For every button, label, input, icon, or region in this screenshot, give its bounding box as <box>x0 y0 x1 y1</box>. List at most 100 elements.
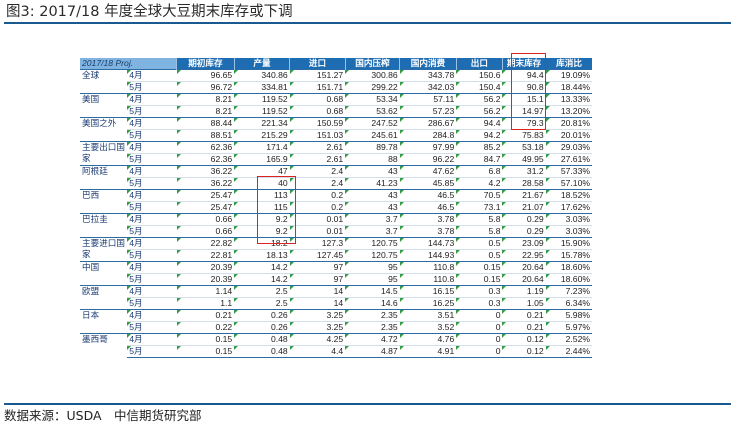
value-cell[interactable]: 14.5 <box>345 285 400 298</box>
value-cell[interactable]: 9.2 <box>234 225 290 238</box>
value-cell[interactable]: 6.8 <box>456 165 503 178</box>
value-cell[interactable]: 49.95 <box>502 153 546 166</box>
value-cell[interactable]: 4.87 <box>345 345 400 358</box>
value-cell[interactable]: 5.8 <box>456 225 503 238</box>
value-cell[interactable]: 3.03% <box>545 213 592 226</box>
value-cell[interactable]: 0.15 <box>176 333 235 346</box>
value-cell[interactable]: 29.03% <box>545 141 592 154</box>
value-cell[interactable]: 18.60% <box>545 273 592 286</box>
month-cell[interactable]: 4月 <box>127 165 177 178</box>
value-cell[interactable]: 43 <box>345 201 400 214</box>
value-cell[interactable]: 343.78 <box>399 69 457 82</box>
value-cell[interactable]: 70.5 <box>456 189 503 202</box>
value-cell[interactable]: 245.61 <box>345 129 400 142</box>
value-cell[interactable]: 53.34 <box>345 93 400 106</box>
value-cell[interactable]: 0.15 <box>456 261 503 274</box>
value-cell[interactable]: 0.5 <box>456 249 503 262</box>
month-cell[interactable]: 5月 <box>127 297 177 310</box>
value-cell[interactable]: 7.23% <box>545 285 592 298</box>
value-cell[interactable]: 57.11 <box>399 93 457 106</box>
value-cell[interactable]: 53.62 <box>345 105 400 118</box>
value-cell[interactable]: 2.5 <box>234 297 290 310</box>
value-cell[interactable]: 75.83 <box>502 129 546 142</box>
value-cell[interactable]: 3.51 <box>399 309 457 322</box>
value-cell[interactable]: 0.5 <box>456 237 503 250</box>
value-cell[interactable]: 110.8 <box>399 261 457 274</box>
value-cell[interactable]: 14.2 <box>234 273 290 286</box>
value-cell[interactable]: 4.76 <box>399 333 457 346</box>
month-cell[interactable]: 5月 <box>127 129 177 142</box>
value-cell[interactable]: 43 <box>345 189 400 202</box>
month-cell[interactable]: 5月 <box>127 321 177 334</box>
month-cell[interactable]: 5月 <box>127 201 177 214</box>
value-cell[interactable]: 94.2 <box>456 129 503 142</box>
month-cell[interactable]: 4月 <box>127 189 177 202</box>
value-cell[interactable]: 14.97 <box>502 105 546 118</box>
month-cell[interactable]: 5月 <box>127 177 177 190</box>
value-cell[interactable]: 53.18 <box>502 141 546 154</box>
month-cell[interactable]: 5月 <box>127 273 177 286</box>
value-cell[interactable]: 2.4 <box>289 165 346 178</box>
value-cell[interactable]: 0 <box>456 321 503 334</box>
value-cell[interactable]: 14.6 <box>345 297 400 310</box>
value-cell[interactable]: 1.14 <box>176 285 235 298</box>
value-cell[interactable]: 89.78 <box>345 141 400 154</box>
value-cell[interactable]: 18.60% <box>545 261 592 274</box>
value-cell[interactable]: 62.36 <box>176 141 235 154</box>
month-cell[interactable]: 4月 <box>127 309 177 322</box>
value-cell[interactable]: 0.26 <box>234 321 290 334</box>
value-cell[interactable]: 57.33% <box>545 165 592 178</box>
value-cell[interactable]: 0.01 <box>289 213 346 226</box>
value-cell[interactable]: 127.3 <box>289 237 346 250</box>
value-cell[interactable]: 14.2 <box>234 261 290 274</box>
value-cell[interactable]: 23.09 <box>502 237 546 250</box>
value-cell[interactable]: 20.01% <box>545 129 592 142</box>
value-cell[interactable]: 299.22 <box>345 81 400 94</box>
value-cell[interactable]: 18.2 <box>234 237 290 250</box>
value-cell[interactable]: 3.52 <box>399 321 457 334</box>
value-cell[interactable]: 0.68 <box>289 93 346 106</box>
value-cell[interactable]: 28.58 <box>502 177 546 190</box>
value-cell[interactable]: 40 <box>234 177 290 190</box>
value-cell[interactable]: 18.44% <box>545 81 592 94</box>
value-cell[interactable]: 16.25 <box>399 297 457 310</box>
value-cell[interactable]: 19.09% <box>545 69 592 82</box>
value-cell[interactable]: 215.29 <box>234 129 290 142</box>
value-cell[interactable]: 57.10% <box>545 177 592 190</box>
value-cell[interactable]: 113 <box>234 189 290 202</box>
value-cell[interactable]: 0.66 <box>176 213 235 226</box>
value-cell[interactable]: 73.1 <box>456 201 503 214</box>
value-cell[interactable]: 94.4 <box>456 117 503 130</box>
value-cell[interactable]: 97 <box>289 261 346 274</box>
value-cell[interactable]: 36.22 <box>176 165 235 178</box>
value-cell[interactable]: 15.90% <box>545 237 592 250</box>
value-cell[interactable]: 20.64 <box>502 261 546 274</box>
value-cell[interactable]: 5.97% <box>545 321 592 334</box>
value-cell[interactable]: 6.34% <box>545 297 592 310</box>
value-cell[interactable]: 25.47 <box>176 201 235 214</box>
value-cell[interactable]: 18.13 <box>234 249 290 262</box>
value-cell[interactable]: 2.44% <box>545 345 592 358</box>
month-cell[interactable]: 5月 <box>127 225 177 238</box>
value-cell[interactable]: 90.8 <box>502 81 546 94</box>
value-cell[interactable]: 127.45 <box>289 249 346 262</box>
value-cell[interactable]: 0.21 <box>176 309 235 322</box>
value-cell[interactable]: 20.64 <box>502 273 546 286</box>
value-cell[interactable]: 165.9 <box>234 153 290 166</box>
value-cell[interactable]: 0.29 <box>502 225 546 238</box>
value-cell[interactable]: 4.72 <box>345 333 400 346</box>
value-cell[interactable]: 18.52% <box>545 189 592 202</box>
value-cell[interactable]: 0.15 <box>456 273 503 286</box>
value-cell[interactable]: 2.61 <box>289 153 346 166</box>
value-cell[interactable]: 95 <box>345 273 400 286</box>
value-cell[interactable]: 3.03% <box>545 225 592 238</box>
month-cell[interactable]: 4月 <box>127 69 177 82</box>
month-cell[interactable]: 4月 <box>127 93 177 106</box>
value-cell[interactable]: 0.3 <box>456 285 503 298</box>
value-cell[interactable]: 20.39 <box>176 261 235 274</box>
value-cell[interactable]: 284.8 <box>399 129 457 142</box>
month-cell[interactable]: 4月 <box>127 117 177 130</box>
value-cell[interactable]: 150.4 <box>456 81 503 94</box>
value-cell[interactable]: 119.52 <box>234 105 290 118</box>
value-cell[interactable]: 1.19 <box>502 285 546 298</box>
